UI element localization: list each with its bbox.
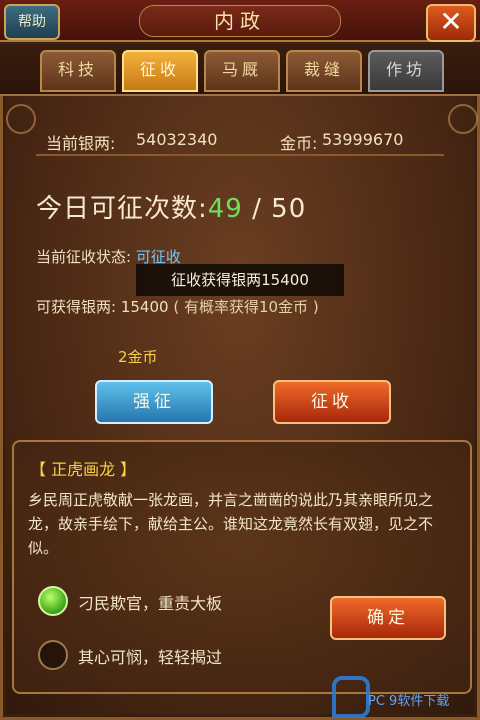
gain-row: 可获得银两: 15400 ( 有概率获得10金币 ) [36, 296, 319, 317]
gold-label: 金币: [280, 134, 318, 153]
ornament-icon [6, 104, 36, 134]
gain-note: ( 有概率获得10金币 ) [173, 298, 319, 316]
option-1-radio[interactable] [38, 586, 68, 616]
collect-count-label: 今日可征次数: [36, 194, 208, 224]
status-label: 当前征收状态: [36, 248, 132, 266]
tab-workshop[interactable]: 作坊 [368, 50, 444, 92]
collect-count: 今日可征次数:49 / 50 [36, 188, 306, 225]
event-title: 【 正虎画龙 】 [30, 460, 137, 479]
silver-value: 54032340 [136, 130, 218, 149]
panel-title: 内政 [140, 6, 340, 36]
silver-label: 当前银两: [46, 134, 116, 153]
help-button[interactable]: 帮助 [4, 4, 60, 40]
option-2-label[interactable]: 其心可悯，轻轻揭过 [78, 644, 222, 668]
option-1-label[interactable]: 刁民欺官，重责大板 [78, 590, 222, 614]
gain-value: 15400 [120, 298, 169, 316]
collect-count-current: 49 [207, 194, 243, 224]
collect-count-max: 50 [271, 194, 307, 224]
gold-value: 53999670 [322, 130, 404, 149]
watermark-text: PC 9软件下载 [368, 694, 450, 709]
tab-stable[interactable]: 马厩 [204, 50, 280, 92]
force-collect-button[interactable]: 强征 [95, 380, 213, 424]
force-cost-label: 2金币 [118, 348, 158, 366]
currency-row: 当前银两: 54032340 金币: 53999670 [36, 128, 444, 156]
reward-toast: 征收获得银两15400 [136, 264, 344, 296]
watermark-logo-icon [332, 676, 370, 718]
event-description: 乡民周正虎敬献一张龙画，并言之凿凿的说此乃其亲眼所见之龙，故亲手绘下，献给主公。… [28, 491, 434, 557]
tab-tech[interactable]: 科技 [40, 50, 116, 92]
collect-button[interactable]: 征收 [273, 380, 391, 424]
ornament-icon [448, 104, 478, 134]
tab-tailor[interactable]: 裁缝 [286, 50, 362, 92]
option-2-radio[interactable] [38, 640, 68, 670]
collect-count-separator: / [242, 194, 272, 224]
tab-bar: 科技 征收 马厩 裁缝 作坊 [0, 42, 480, 96]
gain-label: 可获得银两: [36, 298, 117, 316]
close-icon[interactable]: ✕ [426, 4, 476, 42]
tab-collect[interactable]: 征收 [122, 50, 198, 92]
header-bar: 帮助 内政 ✕ [0, 0, 480, 42]
confirm-button[interactable]: 确定 [330, 596, 446, 640]
